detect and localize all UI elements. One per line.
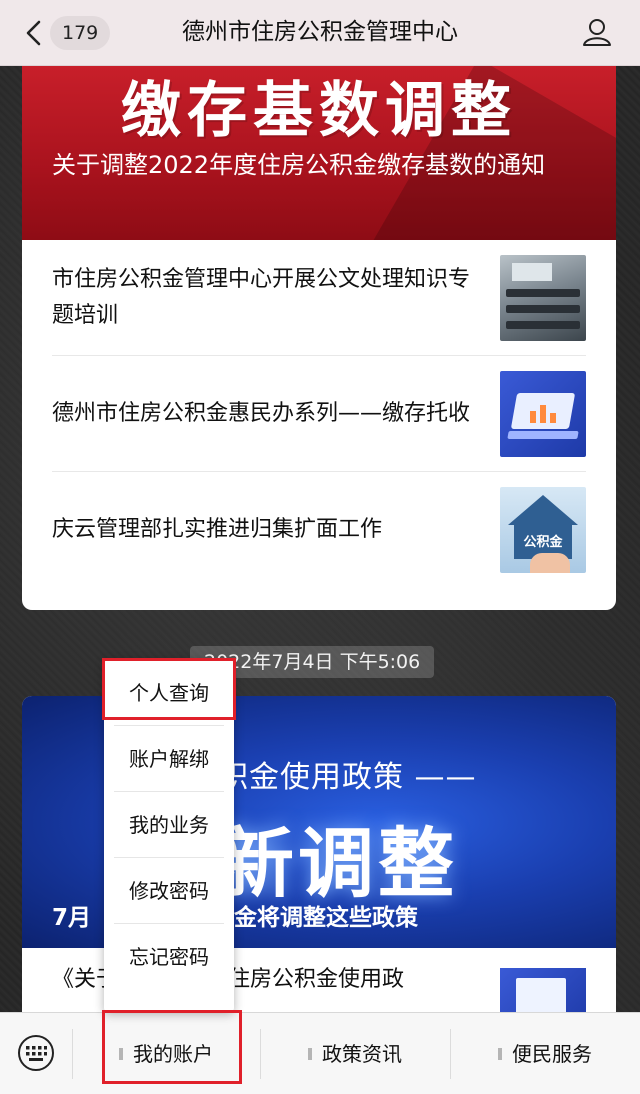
house-illustration-thumbnail: 公积金 xyxy=(500,487,586,573)
account-submenu: 个人查询 账户解绑 我的业务 修改密码 忘记密码 xyxy=(104,660,234,1012)
list-item[interactable]: 庆云管理部扎实推进归集扩面工作 公积金 xyxy=(52,472,586,588)
laptop-illustration-thumbnail xyxy=(500,370,586,457)
article-card-1[interactable]: 缴存基数调整 关于调整2022年度住房公积金缴存基数的通知 市住房公积金管理中心… xyxy=(22,66,616,610)
menu-item-change-password[interactable]: 修改密码 xyxy=(114,858,224,924)
menu-tab-policy-news[interactable]: 政策资讯 xyxy=(260,1013,450,1094)
banner-caption-left: 7月 xyxy=(52,905,92,931)
article-title: 德州市住房公积金惠民办系列——缴存托收 xyxy=(52,400,471,426)
menu-item-my-business[interactable]: 我的业务 xyxy=(114,792,224,858)
featured-banner-1[interactable]: 缴存基数调整 关于调整2022年度住房公积金缴存基数的通知 xyxy=(22,66,616,240)
article-title: 市住房公积金管理中心开展公文处理知识专题培训 xyxy=(52,266,471,328)
keyboard-icon[interactable] xyxy=(16,1033,56,1073)
profile-icon[interactable] xyxy=(582,17,612,47)
banner-headline: 缴存基数调整 xyxy=(121,76,517,146)
bottom-menu-bar: 我的账户 政策资讯 便民服务 xyxy=(0,1012,640,1094)
article-title: 庆云管理部扎实推进归集扩面工作 xyxy=(52,517,383,542)
menu-item-personal-query[interactable]: 个人查询 xyxy=(114,660,224,726)
menu-item-forgot-password[interactable]: 忘记密码 xyxy=(114,924,224,990)
meeting-photo-thumbnail xyxy=(500,254,586,341)
menu-item-unbind-account[interactable]: 账户解绑 xyxy=(114,726,224,792)
page-title: 德州市住房公积金管理中心 xyxy=(182,19,458,45)
banner-title: 关于调整2022年度住房公积金缴存基数的通知 xyxy=(52,151,546,179)
banner-headline: 新调整 xyxy=(218,819,458,908)
banner-subtitle: 积金使用政策 —— xyxy=(218,760,477,795)
top-nav-bar: 179 德州市住房公积金管理中心 xyxy=(0,0,640,66)
banner-caption-right: 金将调整这些政策 xyxy=(234,905,418,931)
menu-tab-convenience-services[interactable]: 便民服务 xyxy=(450,1013,640,1094)
menu-tab-my-account[interactable]: 我的账户 xyxy=(72,1013,260,1094)
list-item[interactable]: 德州市住房公积金惠民办系列——缴存托收 xyxy=(52,356,586,472)
list-item[interactable]: 市住房公积金管理中心开展公文处理知识专题培训 xyxy=(52,240,586,356)
